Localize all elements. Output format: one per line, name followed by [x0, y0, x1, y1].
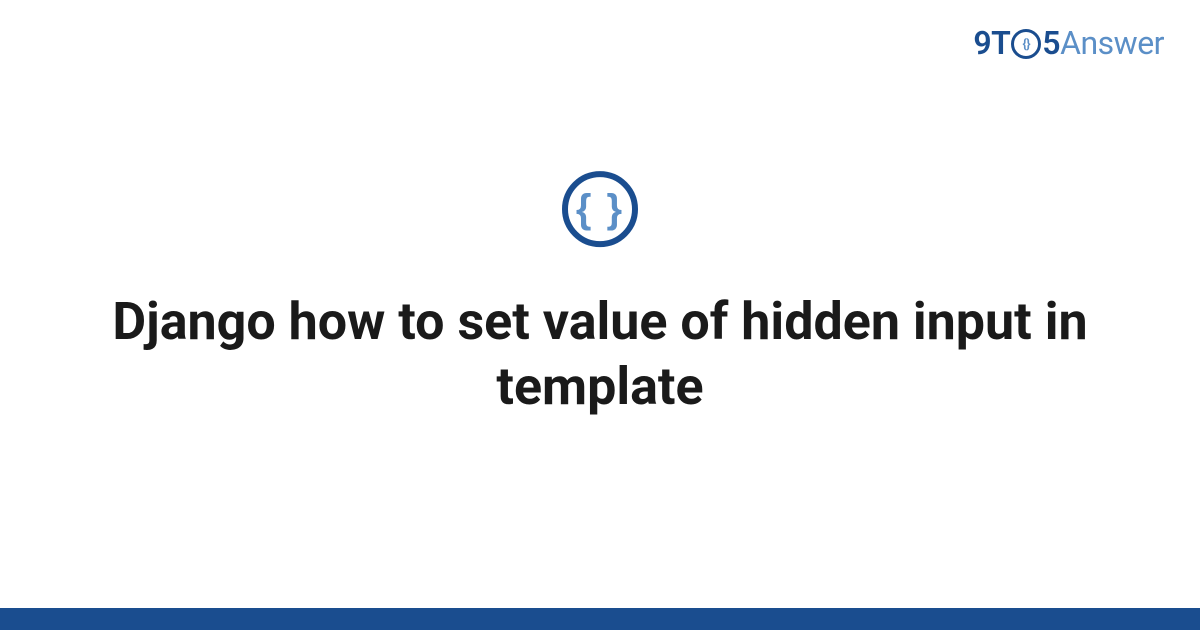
- logo-text-9t: 9T: [973, 24, 1010, 62]
- logo-circle-icon: {}: [1011, 29, 1041, 59]
- logo-circle-glyph: {}: [1023, 38, 1031, 51]
- main-content: { } Django how to set value of hidden in…: [0, 171, 1200, 419]
- site-logo: 9T {} 5 Answer: [973, 24, 1164, 62]
- logo-text-answer: Answer: [1060, 24, 1164, 62]
- code-braces-icon: { }: [576, 189, 624, 229]
- category-circle-icon: { }: [562, 171, 638, 247]
- footer-bar: [0, 608, 1200, 630]
- page-title: Django how to set value of hidden input …: [100, 289, 1100, 419]
- logo-text-5: 5: [1042, 24, 1060, 62]
